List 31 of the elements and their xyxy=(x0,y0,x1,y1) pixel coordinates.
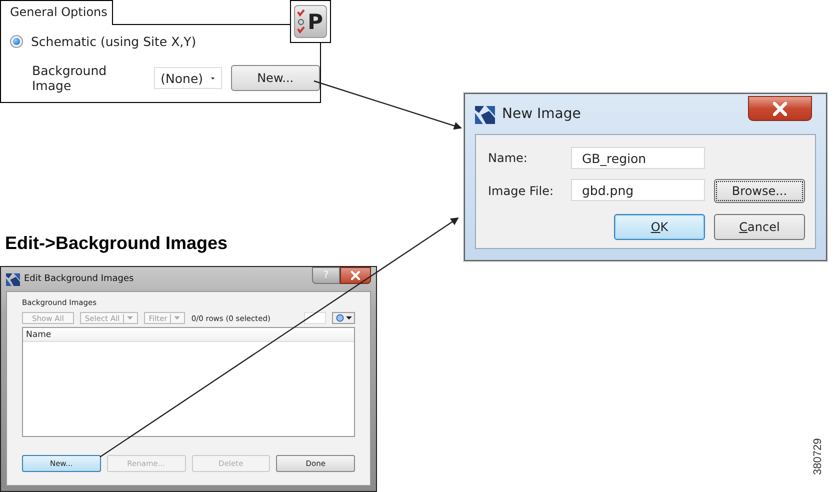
new-button[interactable]: New... xyxy=(230,65,320,91)
ok-button[interactable]: OK xyxy=(614,214,705,240)
caret-icon xyxy=(174,316,180,320)
cancel-button[interactable]: Cancel xyxy=(714,214,805,240)
close-icon xyxy=(773,102,787,116)
caret-icon xyxy=(126,316,133,320)
tab-label[interactable]: General Options xyxy=(0,0,113,25)
close-button[interactable] xyxy=(748,96,812,121)
column-header[interactable]: Name xyxy=(23,328,354,342)
settings-button[interactable] xyxy=(332,312,355,324)
figure-caption: Edit->Background Images xyxy=(5,233,228,253)
name-field[interactable]: GB_region xyxy=(571,147,705,169)
field-label: Image File: xyxy=(488,184,555,198)
window-title: Edit Background Images xyxy=(24,274,134,284)
options-icon: P xyxy=(290,0,331,43)
radio-label: Schematic (using Site X,Y) xyxy=(31,34,196,49)
search-field[interactable] xyxy=(304,312,326,324)
browse-button[interactable]: Browse... xyxy=(714,179,805,203)
file-field[interactable]: gbd.png xyxy=(571,179,705,201)
app-icon xyxy=(6,272,20,286)
figure-number: 380729 xyxy=(812,438,824,475)
image-dropdown[interactable]: (None) xyxy=(154,67,222,89)
app-icon xyxy=(475,104,495,124)
window-title: New Image xyxy=(502,106,581,122)
settings-icon xyxy=(336,314,344,322)
close-button[interactable] xyxy=(340,267,371,284)
close-icon xyxy=(351,271,360,280)
field-label: Name: xyxy=(488,151,528,165)
field-label: Background Image xyxy=(32,63,108,93)
caret-icon xyxy=(346,316,352,320)
radio-button[interactable] xyxy=(10,35,23,48)
